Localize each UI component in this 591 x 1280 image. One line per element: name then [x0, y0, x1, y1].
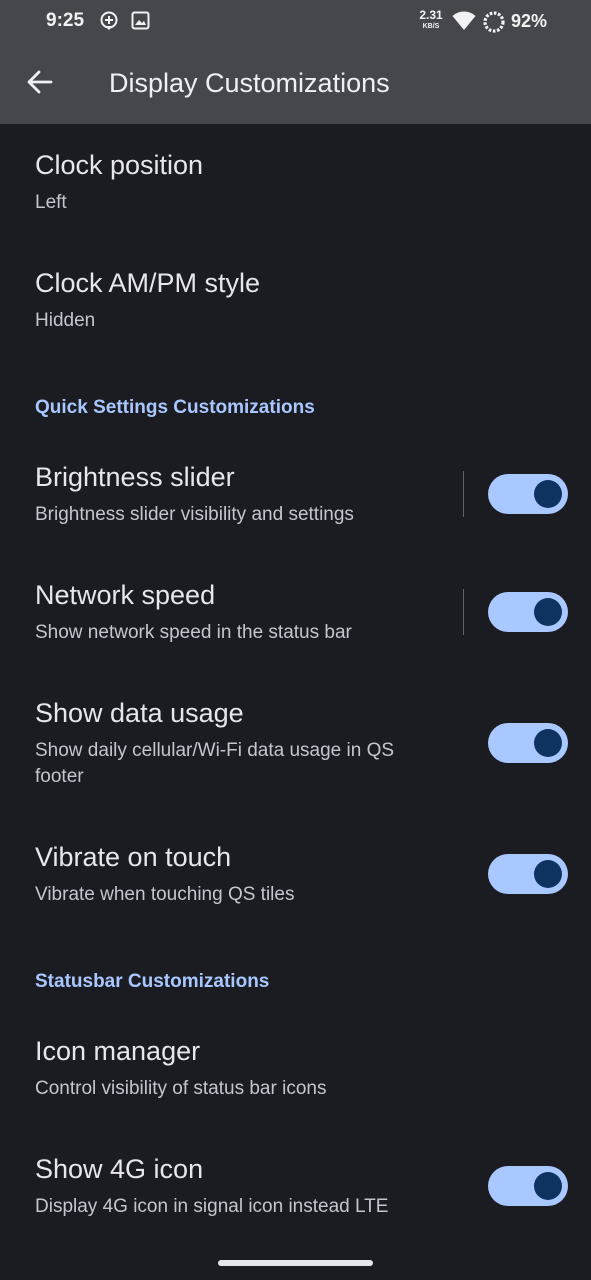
- pref-summary: Control visibility of status bar icons: [35, 1078, 327, 1099]
- pref-brightness-slider[interactable]: Brightness slider Brightness slider visi…: [0, 442, 591, 552]
- net-speed-value: 2.31: [419, 8, 443, 22]
- pref-clock-position[interactable]: Clock position Left: [0, 130, 591, 240]
- pref-summary: Brightness slider visibility and setting…: [35, 504, 354, 525]
- data-usage-toggle[interactable]: [488, 723, 568, 763]
- settings-screen: 9:25 2.31 KB/S 92% Display Customization…: [0, 0, 591, 1280]
- pref-vibrate-on-touch[interactable]: Vibrate on touch Vibrate when touching Q…: [0, 822, 591, 932]
- network-speed-toggle[interactable]: [488, 592, 568, 632]
- net-speed-unit: KB/S: [422, 23, 440, 30]
- divider: [463, 471, 464, 517]
- pref-summary: Vibrate when touching QS tiles: [35, 884, 295, 905]
- show-4g-icon-toggle[interactable]: [488, 1166, 568, 1206]
- back-button[interactable]: [16, 60, 64, 108]
- section-header-statusbar: Statusbar Customizations: [35, 971, 270, 992]
- switch-thumb: [534, 729, 562, 757]
- pref-title: Clock position: [35, 150, 204, 180]
- gesture-nav-handle[interactable]: [218, 1260, 373, 1266]
- switch-thumb: [534, 480, 562, 508]
- pref-icon-manager[interactable]: Icon manager Control visibility of statu…: [0, 1016, 591, 1126]
- switch-thumb: [534, 598, 562, 626]
- status-time: 9:25: [46, 10, 85, 31]
- pref-title: Brightness slider: [35, 462, 235, 492]
- app-bar: Display Customizations: [0, 44, 591, 124]
- section-header-quick-settings: Quick Settings Customizations: [35, 397, 315, 418]
- net-speed-indicator: 2.31 KB/S: [416, 9, 446, 30]
- status-bar: 9:25 2.31 KB/S 92%: [0, 0, 591, 44]
- brightness-slider-toggle[interactable]: [488, 474, 568, 514]
- pref-show-4g-icon[interactable]: Show 4G icon Display 4G icon in signal i…: [0, 1134, 591, 1244]
- wifi-icon: [452, 11, 476, 36]
- location-pin-icon: [99, 11, 119, 36]
- pref-network-speed[interactable]: Network speed Show network speed in the …: [0, 560, 591, 670]
- vibrate-on-touch-toggle[interactable]: [488, 854, 568, 894]
- image-icon: [131, 11, 150, 35]
- arrow-back-icon: [27, 70, 53, 99]
- page-title: Display Customizations: [109, 68, 390, 98]
- switch-thumb: [534, 1172, 562, 1200]
- pref-show-data-usage[interactable]: Show data usage Show daily cellular/Wi-F…: [0, 678, 591, 812]
- pref-summary: Show daily cellular/Wi-Fi data usage in …: [35, 740, 395, 787]
- pref-summary: Hidden: [35, 310, 96, 331]
- pref-title: Network speed: [35, 580, 216, 610]
- top-bar: 9:25 2.31 KB/S 92% Display Customization…: [0, 0, 591, 124]
- pref-summary: Display 4G icon in signal icon instead L…: [35, 1196, 389, 1217]
- pref-title: Clock AM/PM style: [35, 268, 261, 298]
- pref-title: Vibrate on touch: [35, 842, 232, 872]
- divider: [463, 589, 464, 635]
- battery-saver-ring-icon: [482, 10, 506, 39]
- pref-title: Icon manager: [35, 1036, 201, 1066]
- switch-thumb: [534, 860, 562, 888]
- battery-percentage: 92%: [511, 11, 548, 31]
- pref-title: Show data usage: [35, 698, 244, 728]
- pref-clock-ampm-style[interactable]: Clock AM/PM style Hidden: [0, 248, 591, 358]
- pref-summary: Left: [35, 192, 67, 213]
- pref-summary: Show network speed in the status bar: [35, 622, 352, 643]
- pref-title: Show 4G icon: [35, 1154, 204, 1184]
